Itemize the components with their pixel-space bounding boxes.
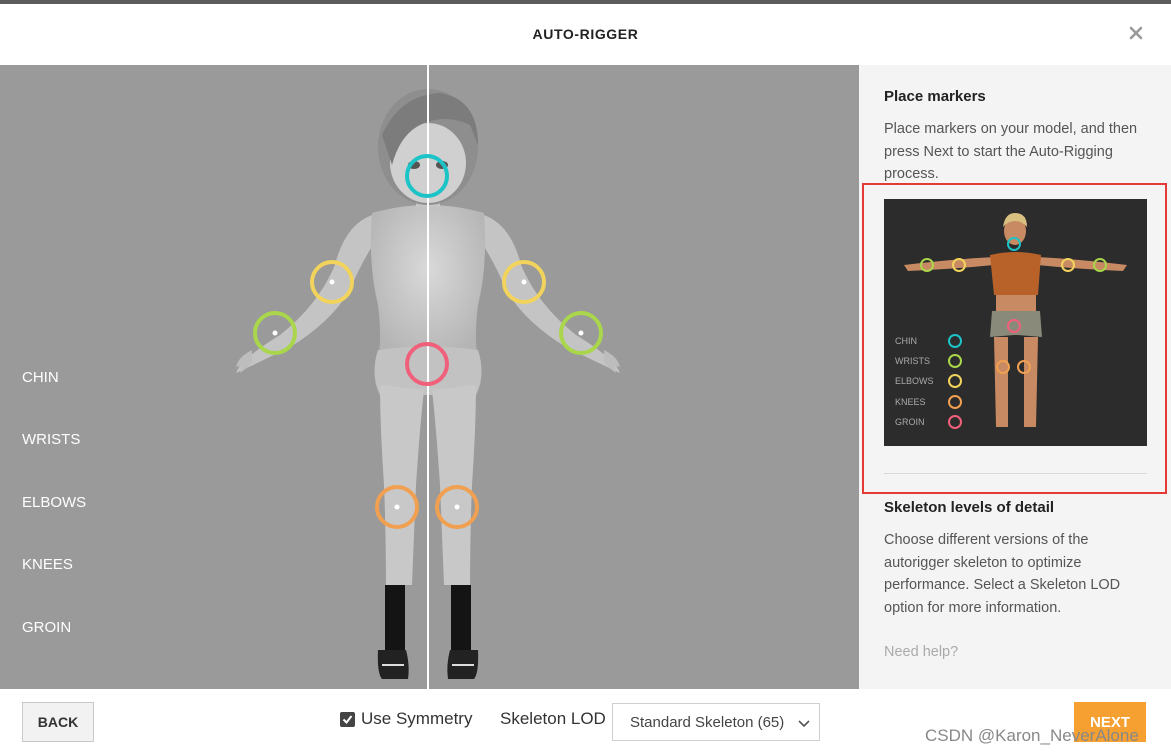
- right-sock: [451, 585, 471, 650]
- checkbox-checked-icon[interactable]: [340, 711, 355, 727]
- left-arm: [236, 215, 376, 373]
- marker-label-elbows: ELBOWS: [22, 494, 87, 511]
- preview-label-knees: KNEES: [895, 397, 926, 407]
- marker-label-wrists: WRISTS: [22, 431, 81, 448]
- preview-label-chin: CHIN: [895, 336, 917, 346]
- right-leg: [432, 385, 476, 585]
- marker-label-knees: KNEES: [22, 556, 73, 573]
- chevron-down-icon: [798, 720, 810, 728]
- watermark-text: CSDN @Karon_NeverAlone: [925, 726, 1139, 745]
- dialog-header: AUTO-RIGGER: [0, 4, 1171, 65]
- left-leg: [380, 385, 424, 585]
- use-symmetry-checkbox[interactable]: Use Symmetry: [340, 709, 472, 729]
- preview-label-wrists: WRISTS: [895, 356, 930, 366]
- lod-heading: Skeleton levels of detail: [884, 499, 1055, 516]
- back-button[interactable]: BACK: [22, 702, 94, 742]
- place-markers-description: Place markers on your model, and then pr…: [884, 121, 1138, 182]
- need-help-link[interactable]: Need help?: [884, 644, 958, 660]
- section-divider: [884, 473, 1147, 474]
- skeleton-lod-value: Standard Skeleton (65): [630, 713, 785, 731]
- lod-description: Choose different versions of the autorig…: [884, 532, 1121, 616]
- marker-label-groin: GROIN: [22, 619, 72, 636]
- preview-label-elbows: ELBOWS: [895, 376, 934, 386]
- close-icon[interactable]: [1127, 24, 1145, 42]
- character-model: [236, 65, 620, 689]
- instructions-sidebar: Place markers Place markers on your mode…: [859, 65, 1171, 689]
- use-symmetry-label: Use Symmetry: [361, 709, 473, 728]
- place-markers-heading: Place markers: [884, 88, 986, 105]
- preview-figure: CHIN WRISTS ELBOWS KNEES GROIN: [895, 213, 1127, 429]
- skeleton-lod-label: Skeleton LOD: [500, 709, 606, 728]
- marker-label-chin: CHIN: [22, 369, 59, 386]
- marker-preview-image: CHIN WRISTS ELBOWS KNEES GROIN: [884, 199, 1147, 446]
- right-arm: [480, 215, 620, 373]
- model-viewport[interactable]: CHIN WRISTS ELBOWS KNEES GROIN: [0, 65, 859, 689]
- skeleton-lod-select[interactable]: Standard Skeleton (65): [612, 703, 820, 741]
- dialog-footer: BACK Use Symmetry Skeleton LOD Standard …: [0, 689, 1171, 755]
- preview-label-groin: GROIN: [895, 417, 925, 427]
- dialog-title: AUTO-RIGGER: [532, 26, 639, 42]
- left-sock: [385, 585, 405, 650]
